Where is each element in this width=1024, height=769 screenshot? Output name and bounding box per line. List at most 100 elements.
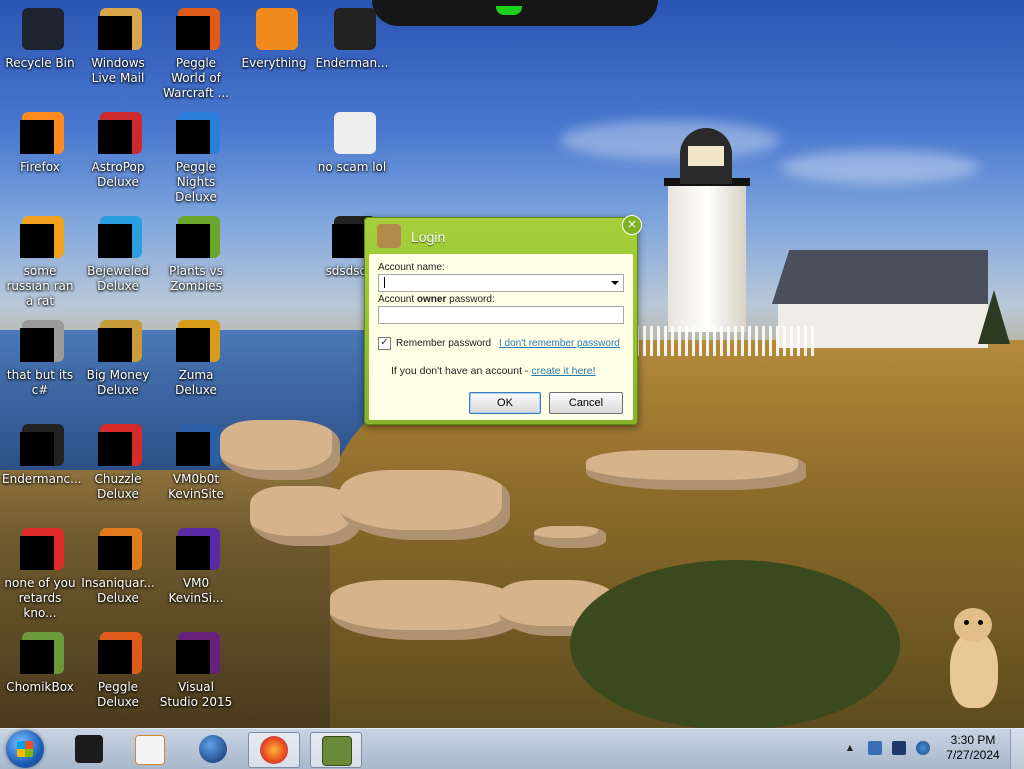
clock[interactable]: 3:30 PM 7/27/2024 bbox=[942, 733, 1004, 763]
show-desktop-button[interactable] bbox=[1010, 729, 1024, 769]
desktop-icon[interactable]: Recycle Bin bbox=[2, 2, 78, 71]
tray-volume-icon[interactable] bbox=[916, 741, 930, 755]
desktop-icon[interactable]: Big Money Deluxe bbox=[80, 314, 156, 398]
desktop-icon[interactable]: some russian ran a rat bbox=[2, 210, 78, 309]
windows-live-mail-icon bbox=[94, 6, 142, 54]
hamster-mascot[interactable] bbox=[944, 608, 1004, 708]
password-label-suffix: password: bbox=[446, 294, 495, 305]
desktop-icon[interactable]: Everything bbox=[236, 2, 312, 71]
close-icon[interactable]: × bbox=[622, 215, 642, 235]
vm-icon bbox=[172, 526, 220, 574]
files-icon bbox=[16, 318, 64, 366]
desktop-icon[interactable]: Plants vs Zombies bbox=[158, 210, 234, 294]
login-title: Login bbox=[411, 229, 446, 245]
desktop-icon-label: Peggle World of Warcraft ... bbox=[163, 56, 229, 100]
password-label: Account owner password: bbox=[378, 294, 495, 305]
remember-password-checkbox[interactable]: ✓ bbox=[378, 337, 391, 350]
desktop-icon-label: Firefox bbox=[20, 160, 60, 174]
desktop-icon-label: some russian ran a rat bbox=[6, 264, 74, 308]
text-caret bbox=[384, 277, 385, 288]
taskbar-firefox-button[interactable] bbox=[248, 732, 300, 768]
desktop-icon[interactable]: VM0 KevinSi... bbox=[158, 522, 234, 606]
opera-icon bbox=[16, 526, 64, 574]
login-titlebar[interactable]: Login bbox=[365, 218, 637, 254]
desktop-icon[interactable]: Enderman... bbox=[314, 2, 390, 71]
desktop-icon[interactable]: Windows Live Mail bbox=[80, 2, 156, 86]
wallpaper-fence bbox=[636, 326, 816, 356]
login-dialog: Login × Account name: Account owner pass… bbox=[364, 215, 642, 425]
wallpaper-rock bbox=[534, 526, 606, 548]
desktop-icon[interactable]: Insaniquar... Deluxe bbox=[80, 522, 156, 606]
checkmark-icon: ✓ bbox=[380, 337, 389, 348]
chevron-down-icon[interactable] bbox=[611, 281, 619, 285]
terminal-icon bbox=[328, 6, 376, 54]
peggle-wow-icon bbox=[172, 6, 220, 54]
desktop-icon[interactable]: Chuzzle Deluxe bbox=[80, 418, 156, 502]
wallpaper-rock bbox=[586, 450, 806, 490]
peggle-icon bbox=[94, 630, 142, 678]
wallpaper-rock bbox=[340, 470, 510, 540]
desktop-icon[interactable]: Visual Studio 2015 bbox=[158, 626, 234, 710]
create-account-link[interactable]: create it here! bbox=[531, 365, 595, 377]
desktop-icon-label: Plants vs Zombies bbox=[169, 264, 223, 293]
desktop-icon[interactable]: AstroPop Deluxe bbox=[80, 106, 156, 190]
desktop-icon-label: Windows Live Mail bbox=[91, 56, 145, 85]
desktop-icon[interactable]: Peggle Deluxe bbox=[80, 626, 156, 710]
firefox-icon bbox=[260, 736, 288, 764]
desktop-icon-label: Endermanc... bbox=[2, 472, 82, 486]
account-name-label: Account name: bbox=[378, 262, 445, 273]
desktop-icon-label: AstroPop Deluxe bbox=[91, 160, 145, 189]
password-label-bold: owner bbox=[416, 294, 447, 305]
desktop-icon-label: Everything bbox=[241, 56, 307, 70]
terminal-icon bbox=[75, 735, 103, 763]
clock-date: 7/27/2024 bbox=[946, 748, 1000, 762]
password-field[interactable] bbox=[378, 306, 624, 324]
wallpaper-tree bbox=[978, 290, 1010, 344]
recycle-bin-icon bbox=[16, 6, 64, 54]
taskbar-globe-button[interactable] bbox=[188, 732, 238, 766]
desktop-icon-label: VM0 KevinSi... bbox=[168, 576, 224, 605]
taskbar-chomikbox-button[interactable] bbox=[310, 732, 362, 768]
desktop-icon[interactable]: VM0b0t KevinSite bbox=[158, 418, 234, 502]
desktop-icon-label: none of you retards kno... bbox=[4, 576, 76, 620]
desktop-icon[interactable]: none of you retards kno... bbox=[2, 522, 78, 621]
desktop-icon-label: Chuzzle Deluxe bbox=[94, 472, 142, 501]
visual-studio-icon bbox=[172, 630, 220, 678]
desktop-icon[interactable]: Peggle World of Warcraft ... bbox=[158, 2, 234, 101]
java-icon bbox=[16, 214, 64, 262]
everything-search-icon bbox=[250, 6, 298, 54]
desktop-icon[interactable]: Zuma Deluxe bbox=[158, 314, 234, 398]
bejeweled-icon bbox=[94, 214, 142, 262]
media-player-icon bbox=[135, 735, 165, 765]
wallpaper-rock bbox=[220, 420, 340, 480]
desktop-icon[interactable]: Firefox bbox=[2, 106, 78, 175]
remember-password-label[interactable]: Remember password bbox=[396, 338, 491, 349]
desktop-icon-label: Recycle Bin bbox=[5, 56, 75, 70]
money-bag-icon bbox=[94, 318, 142, 366]
wallpaper-shrubs bbox=[570, 560, 900, 728]
start-button[interactable] bbox=[6, 730, 44, 768]
taskbar-media-player-button[interactable] bbox=[124, 732, 174, 766]
wallpaper-cloud bbox=[780, 150, 980, 184]
desktop-icon[interactable]: that but its c# bbox=[2, 314, 78, 398]
desktop-icon-label: Peggle Deluxe bbox=[97, 680, 139, 709]
ok-button[interactable]: OK bbox=[469, 392, 541, 414]
tray-network-adapter-icon[interactable] bbox=[868, 741, 882, 755]
desktop-icon[interactable]: no scam lol bbox=[314, 106, 390, 175]
tray-monitor-icon[interactable] bbox=[892, 741, 906, 755]
taskbar-terminal-button[interactable] bbox=[64, 732, 114, 766]
desktop-icon[interactable]: Endermanc... bbox=[2, 418, 82, 487]
desktop-icon-label: no scam lol bbox=[317, 160, 387, 174]
desktop[interactable]: Recycle Bin Windows Live Mail Peggle World… bbox=[0, 0, 1024, 728]
desktop-icon-label: that but its c# bbox=[6, 368, 74, 397]
desktop-icon[interactable]: Bejeweled Deluxe bbox=[80, 210, 156, 294]
chuzzle-icon bbox=[94, 422, 142, 470]
account-name-combobox[interactable] bbox=[378, 274, 624, 292]
show-hidden-icons-button[interactable]: ▲ bbox=[845, 742, 855, 756]
forgot-password-link[interactable]: I don't remember password bbox=[499, 338, 620, 349]
desktop-icon[interactable]: ChomikBox bbox=[2, 626, 78, 695]
cancel-button[interactable]: Cancel bbox=[549, 392, 623, 414]
clock-time: 3:30 PM bbox=[950, 733, 996, 747]
desktop-icon-label: Peggle Nights Deluxe bbox=[175, 160, 217, 204]
desktop-icon[interactable]: Peggle Nights Deluxe bbox=[158, 106, 234, 205]
